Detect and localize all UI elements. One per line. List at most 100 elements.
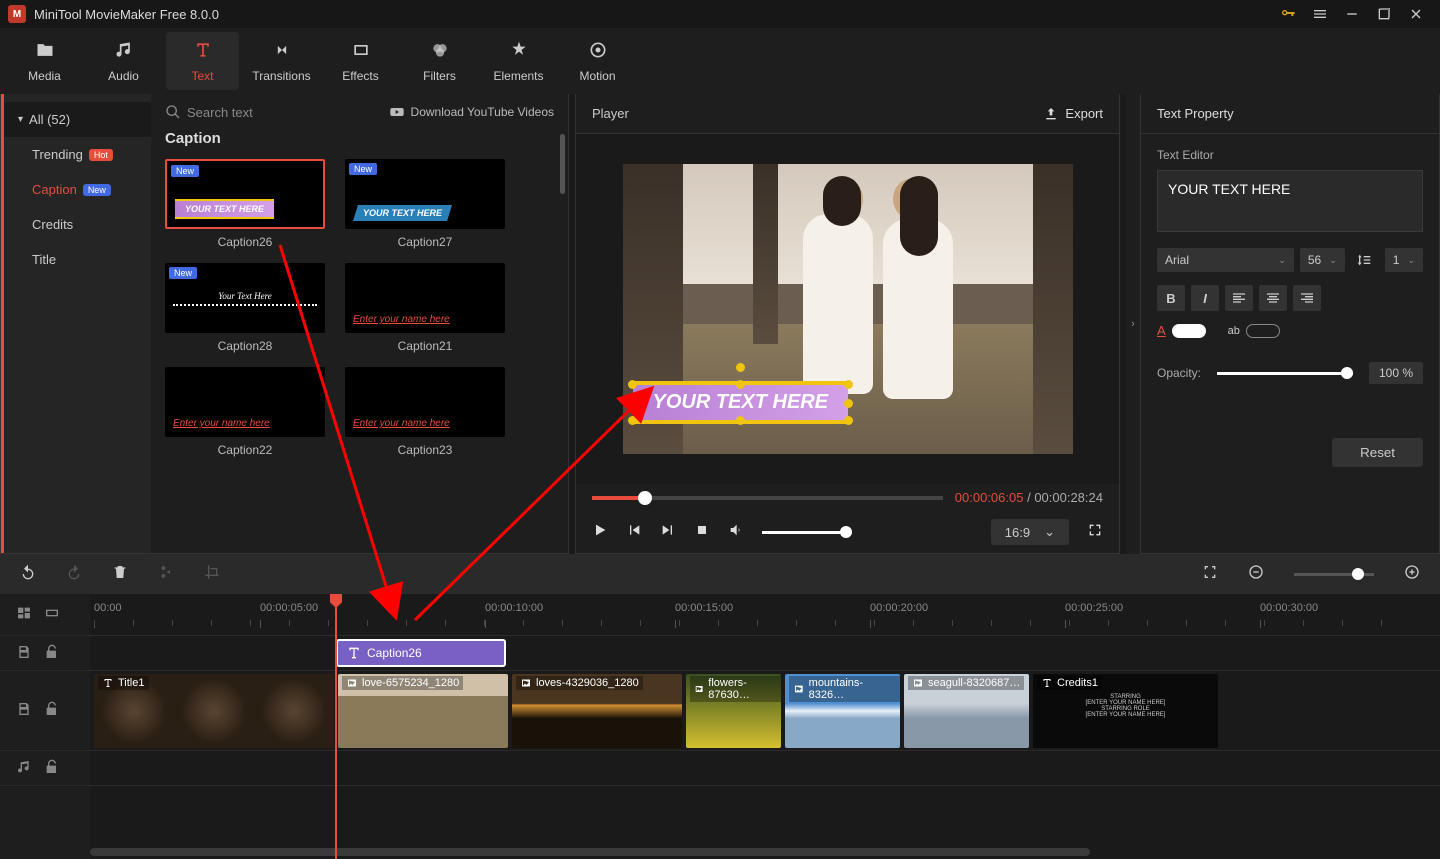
total-time: 00:00:28:24 bbox=[1034, 490, 1103, 505]
maximize-icon[interactable] bbox=[1368, 0, 1400, 28]
sidebar-all[interactable]: ▾ All (52) bbox=[4, 102, 151, 137]
volume-slider[interactable] bbox=[762, 531, 852, 534]
timeline-collapse-icon[interactable] bbox=[44, 605, 60, 624]
aspect-ratio-select[interactable]: 16:9 ⌄ bbox=[991, 519, 1069, 545]
align-center-button[interactable] bbox=[1259, 285, 1287, 311]
timeline-ruler[interactable]: 00:0000:00:05:0000:00:10:0000:00:15:0000… bbox=[90, 594, 1440, 636]
redo-button[interactable] bbox=[66, 564, 82, 585]
tab-effects[interactable]: Effects bbox=[324, 32, 397, 90]
timeline-playhead[interactable] bbox=[335, 594, 337, 859]
resize-handle[interactable] bbox=[844, 399, 853, 408]
caption-thumb[interactable]: Enter your name here Caption23 bbox=[345, 367, 505, 457]
minimize-icon[interactable] bbox=[1336, 0, 1368, 28]
track-head-text bbox=[0, 636, 90, 671]
export-button[interactable]: Export bbox=[1043, 106, 1103, 122]
video-preview[interactable]: YOUR TEXT HERE bbox=[576, 134, 1119, 484]
caption-thumb[interactable]: NewYOUR TEXT HERE Caption27 bbox=[345, 159, 505, 249]
reset-button[interactable]: Reset bbox=[1332, 438, 1423, 467]
zoom-out-button[interactable] bbox=[1248, 564, 1264, 585]
timeline-layers-icon[interactable] bbox=[16, 605, 32, 624]
video-clip[interactable]: Title1 bbox=[94, 674, 334, 748]
caption-thumb[interactable]: NewYOUR TEXT HERE Caption26 bbox=[165, 159, 325, 249]
key-icon[interactable] bbox=[1272, 0, 1304, 28]
fit-icon[interactable] bbox=[1202, 564, 1218, 585]
align-right-button[interactable] bbox=[1293, 285, 1321, 311]
music-icon[interactable] bbox=[16, 759, 32, 778]
lock-icon[interactable] bbox=[44, 701, 60, 720]
resize-handle[interactable] bbox=[628, 416, 637, 425]
text-color-swatch[interactable] bbox=[1172, 324, 1206, 338]
video-clip[interactable]: flowers-87630… bbox=[686, 674, 781, 748]
video-clip[interactable]: seagull-8320687… bbox=[904, 674, 1029, 748]
bold-button[interactable]: B bbox=[1157, 285, 1185, 311]
align-left-button[interactable] bbox=[1225, 285, 1253, 311]
video-clip[interactable]: Credits1 STARRING[ENTER YOUR NAME HERE]S… bbox=[1033, 674, 1218, 748]
youtube-icon bbox=[389, 104, 405, 120]
search-text[interactable]: Search text bbox=[165, 104, 253, 120]
caption-thumb[interactable]: Enter your name here Caption22 bbox=[165, 367, 325, 457]
resize-handle[interactable] bbox=[736, 380, 745, 389]
italic-button[interactable]: I bbox=[1191, 285, 1219, 311]
text-overlay[interactable]: YOUR TEXT HERE bbox=[633, 381, 849, 424]
chevron-down-icon: ⌄ bbox=[1044, 524, 1055, 540]
tab-motion[interactable]: Motion bbox=[561, 32, 634, 90]
tab-transitions[interactable]: Transitions bbox=[245, 32, 318, 90]
props-toggle[interactable]: › bbox=[1126, 94, 1140, 554]
timeline-scrollbar[interactable] bbox=[90, 848, 1090, 856]
font-size-select[interactable]: 56⌄ bbox=[1300, 248, 1345, 272]
download-youtube-link[interactable]: Download YouTube Videos bbox=[389, 104, 554, 120]
sidebar-item-title[interactable]: Title bbox=[4, 242, 151, 277]
sidebar-item-credits[interactable]: Credits bbox=[4, 207, 151, 242]
sidebar-item-caption[interactable]: Caption New bbox=[4, 172, 151, 207]
video-clip[interactable]: love-6575234_1280 bbox=[338, 674, 508, 748]
tab-text[interactable]: Text bbox=[166, 32, 239, 90]
zoom-slider[interactable] bbox=[1294, 573, 1374, 576]
tab-media[interactable]: Media bbox=[8, 32, 81, 90]
close-icon[interactable] bbox=[1400, 0, 1432, 28]
line-spacing-icon[interactable] bbox=[1351, 247, 1379, 273]
text-clip[interactable]: Caption26 bbox=[336, 639, 506, 667]
split-button[interactable] bbox=[158, 564, 174, 585]
clip-label: Title1 bbox=[98, 676, 149, 690]
video-clip[interactable]: mountains-8326… bbox=[785, 674, 900, 748]
video-track[interactable]: Title1 love-6575234_1280 loves-4329036_1… bbox=[90, 671, 1440, 751]
volume-icon[interactable] bbox=[728, 522, 744, 543]
tab-audio[interactable]: Audio bbox=[87, 32, 160, 90]
font-select[interactable]: Arial⌄ bbox=[1157, 248, 1294, 272]
delete-button[interactable] bbox=[112, 564, 128, 585]
play-button[interactable] bbox=[592, 522, 608, 543]
fullscreen-button[interactable] bbox=[1087, 522, 1103, 543]
save-icon[interactable] bbox=[16, 644, 32, 663]
menu-icon[interactable] bbox=[1304, 0, 1336, 28]
next-button[interactable] bbox=[660, 522, 676, 543]
resize-handle[interactable] bbox=[628, 399, 637, 408]
resize-handle[interactable] bbox=[736, 416, 745, 425]
video-clip[interactable]: loves-4329036_1280 bbox=[512, 674, 682, 748]
sidebar-item-trending[interactable]: Trending Hot bbox=[4, 137, 151, 172]
lock-icon[interactable] bbox=[44, 644, 60, 663]
text-track[interactable]: Caption26 bbox=[90, 636, 1440, 671]
caption-thumb[interactable]: NewYour Text Here Caption28 bbox=[165, 263, 325, 353]
opacity-slider[interactable] bbox=[1217, 372, 1353, 375]
line-spacing-select[interactable]: 1⌄ bbox=[1385, 248, 1423, 272]
text-input[interactable] bbox=[1157, 170, 1423, 232]
video-scrubber[interactable] bbox=[592, 496, 943, 500]
save-icon[interactable] bbox=[16, 701, 32, 720]
undo-button[interactable] bbox=[20, 564, 36, 585]
resize-handle[interactable] bbox=[844, 380, 853, 389]
app-logo: M bbox=[8, 5, 26, 23]
player-title: Player bbox=[592, 106, 629, 121]
crop-button[interactable] bbox=[204, 564, 220, 585]
stop-button[interactable] bbox=[694, 522, 710, 543]
resize-handle[interactable] bbox=[628, 380, 637, 389]
gallery-scrollbar[interactable] bbox=[560, 134, 565, 194]
audio-track[interactable] bbox=[90, 751, 1440, 786]
prev-button[interactable] bbox=[626, 522, 642, 543]
lock-icon[interactable] bbox=[44, 759, 60, 778]
zoom-in-button[interactable] bbox=[1404, 564, 1420, 585]
tab-elements[interactable]: Elements bbox=[482, 32, 555, 90]
tab-filters[interactable]: Filters bbox=[403, 32, 476, 90]
caption-thumb[interactable]: Enter your name here Caption21 bbox=[345, 263, 505, 353]
resize-handle[interactable] bbox=[844, 416, 853, 425]
highlight-color-swatch[interactable] bbox=[1246, 324, 1280, 338]
